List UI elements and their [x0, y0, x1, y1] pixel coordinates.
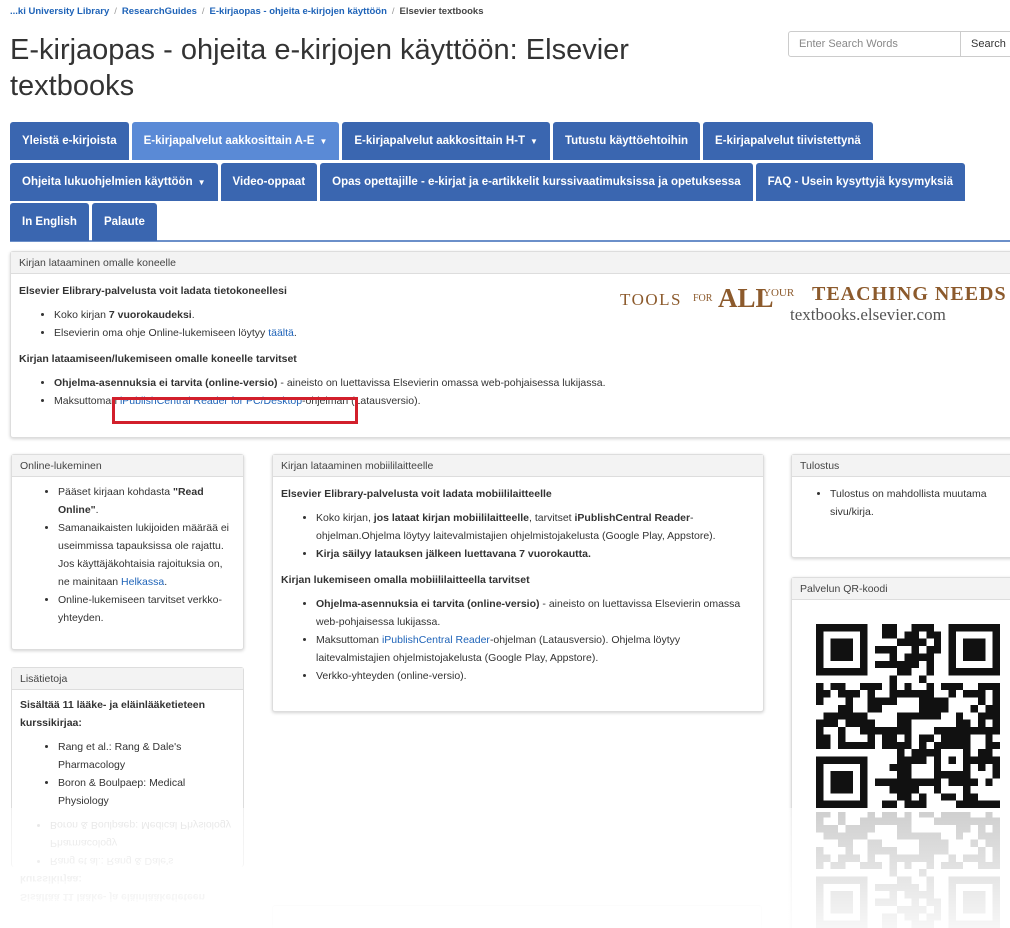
- mobile-intro: Elsevier Elibrary-palvelusta voit ladata…: [281, 488, 552, 500]
- panel-heading: Online-lukeminen: [12, 455, 243, 477]
- panel-heading: Kirjan lataaminen omalle koneelle: [11, 252, 1010, 274]
- taalta-link[interactable]: täältä: [268, 327, 294, 339]
- tab-video-oppaat[interactable]: Video-oppaat: [220, 163, 318, 201]
- qr-code-reflection: [816, 812, 1000, 928]
- tab-e-kirjapalvelut-aakkosittain-a-e[interactable]: E-kirjapalvelut aakkosittain A-E ▼: [131, 122, 340, 160]
- tab-label: E-kirjapalvelut aakkosittain A-E: [143, 135, 315, 147]
- panel-heading: Tulostus: [792, 455, 1010, 477]
- online-panel: Online-lukeminen Pääset kirjaan kohdasta…: [11, 454, 244, 650]
- tab-label: E-kirjapalvelut tiivistettynä: [715, 135, 861, 147]
- list-item: Samanaikaisten lukijoiden määrää ei usei…: [58, 519, 235, 591]
- search-box: Search: [788, 31, 1010, 57]
- ipublish-reader-link[interactable]: iPublishCentral Reader: [382, 634, 490, 646]
- tab-opas-opettajille-e-kirjat-ja-e-artikkelit-kurssivaatimuksissa-ja-opetuksessa[interactable]: Opas opettajille - e-kirjat ja e-artikke…: [320, 163, 753, 201]
- tab-ohjeita-lukuohjelmien-käyttöön[interactable]: Ohjeita lukuohjelmien käyttöön ▼: [10, 163, 218, 201]
- panel-heading: Lisätietoja: [12, 668, 243, 690]
- tab-yleistä-e-kirjoista[interactable]: Yleistä e-kirjoista: [10, 122, 129, 160]
- tab-in-english[interactable]: In English: [10, 203, 89, 241]
- tab-label: Ohjeita lukuohjelmien käyttöön: [22, 176, 193, 188]
- list-item: Koko kirjan, jos lataat kirjan mobiilila…: [316, 509, 755, 545]
- list-item: Kirja säilyy latauksen jälkeen luettavan…: [316, 545, 755, 563]
- breadcrumb-separator: /: [391, 6, 395, 17]
- online-list: Pääset kirjaan kohdasta "Read Online". S…: [20, 483, 235, 627]
- tab-e-kirjapalvelut-aakkosittain-h-t[interactable]: E-kirjapalvelut aakkosittain H-T ▼: [342, 122, 550, 160]
- list-item: Online-lukemiseen tarvitset verkko-yhtey…: [58, 591, 235, 627]
- search-button[interactable]: Search: [961, 31, 1010, 57]
- tab-palaute[interactable]: Palaute: [91, 203, 157, 241]
- panel-heading: Palvelun QR-koodi: [792, 578, 1010, 600]
- qr-code-image: [816, 624, 1000, 808]
- tab-label: Tutustu käyttöehtoihin: [564, 135, 689, 147]
- list-item: Verkko-yhteyden (online-versio).: [316, 667, 755, 685]
- tab-label: Palaute: [103, 216, 145, 228]
- mobile-panel: Kirjan lataaminen mobiililaitteelle Else…: [272, 454, 764, 712]
- mobile-list: Koko kirjan, jos lataat kirjan mobiilila…: [281, 509, 755, 563]
- tab-row-1: Yleistä e-kirjoista E-kirjapalvelut aakko…: [10, 122, 873, 160]
- list-item: Tulostus on mahdollista muutama sivu/kir…: [830, 485, 1007, 521]
- tab-faq-usein-kysyttyjä-kysymyksiä[interactable]: FAQ - Usein kysyttyjä kysymyksiä: [755, 163, 966, 201]
- breadcrumb-separator: /: [114, 6, 117, 17]
- breadcrumb-link[interactable]: E-kirjaopas - ohjeita e-kirjojen käyttöö…: [210, 6, 387, 17]
- breadcrumb-current: Elsevier textbooks: [399, 6, 484, 17]
- elsevier-banner: TOOLS FOR ALL YOUR TEACHING NEEDS textbo…: [620, 283, 1007, 324]
- tab-label: E-kirjapalvelut aakkosittain H-T: [354, 135, 526, 147]
- print-list: Tulostus on mahdollista muutama sivu/kir…: [800, 485, 1007, 521]
- print-panel: Tulostus Tulostus on mahdollista muutama…: [791, 454, 1010, 558]
- tab-label: Yleistä e-kirjoista: [22, 135, 117, 147]
- highlight-box: [112, 397, 358, 424]
- reflection-text: Sisältää 11 lääke- ja eläinlääketieteen …: [20, 812, 240, 928]
- tab-label: FAQ - Usein kysyttyjä kysymyksiä: [767, 176, 954, 188]
- ghost-panel: [272, 905, 762, 928]
- list-item: Ohjelma-asennuksia ei tarvita (online-ve…: [54, 374, 1010, 392]
- list-item: Pääset kirjaan kohdasta "Read Online".: [58, 483, 235, 519]
- download-needs: Kirjan lataamiseen/lukemiseen omalle kon…: [19, 353, 297, 365]
- panel-heading: Kirjan lataaminen mobiililaitteelle: [273, 455, 763, 477]
- tab-row-2: Ohjeita lukuohjelmien käyttöön ▼ Video-opp…: [10, 163, 966, 201]
- guide-tabs: Yleistä e-kirjoista E-kirjapalvelut aakko…: [10, 122, 1010, 242]
- chevron-down-icon: ▼: [197, 177, 206, 187]
- breadcrumb-separator: /: [201, 6, 205, 17]
- list-item: Rang et al.: Rang & Dale's Pharmacology: [58, 738, 235, 774]
- list-item: Ohjelma-asennuksia ei tarvita (online-ve…: [316, 595, 755, 631]
- list-item: Maksuttoman iPublishCentral Reader-ohjel…: [316, 631, 755, 667]
- more-list: Rang et al.: Rang & Dale's Pharmacology …: [20, 738, 235, 810]
- tab-label: Video-oppaat: [232, 176, 306, 188]
- page-title: E-kirjaopas - ohjeita e-kirjojen käyttöö…: [10, 34, 629, 102]
- chevron-down-icon: ▼: [530, 136, 538, 146]
- tab-tutustu-käyttöehtoihin[interactable]: Tutustu käyttöehtoihin: [552, 122, 701, 160]
- tab-e-kirjapalvelut-tiivistettynä[interactable]: E-kirjapalvelut tiivistettynä: [703, 122, 873, 160]
- list-item: Boron & Boulpaep: Medical Physiology: [58, 774, 235, 810]
- tab-label: In English: [22, 216, 77, 228]
- tab-row-3: In English Palaute: [10, 203, 157, 241]
- breadcrumb: ...ki University Library / ResearchGuides /…: [10, 6, 484, 17]
- tab-label: Opas opettajille - e-kirjat ja e-artikke…: [332, 176, 741, 188]
- breadcrumb-link[interactable]: ResearchGuides: [122, 6, 197, 17]
- mobile-needs-list: Ohjelma-asennuksia ei tarvita (online-ve…: [281, 595, 755, 685]
- more-intro: Sisältää 11 lääke- ja eläinlääketieteen …: [20, 699, 206, 729]
- mobile-needs: Kirjan lukemiseen omalla mobiililaitteel…: [281, 574, 530, 586]
- breadcrumb-link[interactable]: ...ki University Library: [10, 6, 109, 17]
- search-input[interactable]: [788, 31, 962, 57]
- chevron-down-icon: ▼: [319, 136, 328, 146]
- helkassa-link[interactable]: Helkassa: [121, 576, 164, 588]
